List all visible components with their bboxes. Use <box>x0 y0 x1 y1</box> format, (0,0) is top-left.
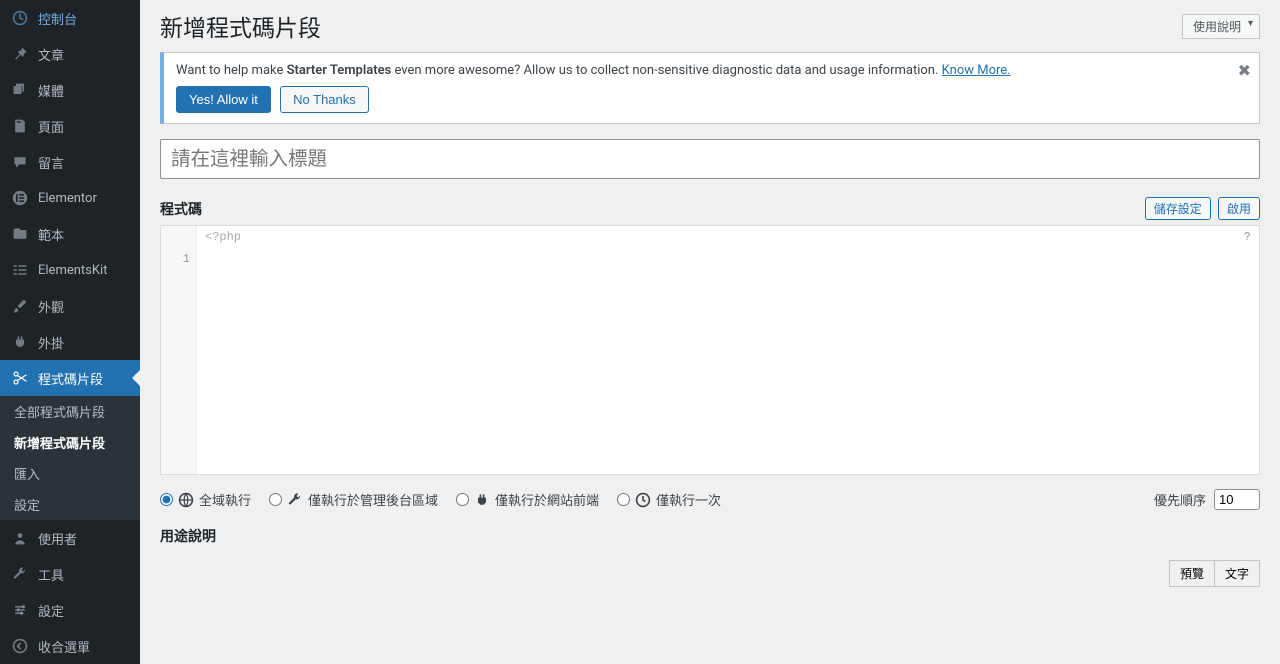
sidebar-item-plugins[interactable]: 外掛 <box>0 324 140 360</box>
sidebar-item-media[interactable]: 媒體 <box>0 72 140 108</box>
sidebar-item-appearance[interactable]: 外觀 <box>0 288 140 324</box>
sidebar-item-label: 留言 <box>38 153 64 172</box>
scope-frontend[interactable]: 僅執行於網站前端 <box>456 490 599 509</box>
scope-label: 僅執行於網站前端 <box>495 490 599 509</box>
sidebar-item-label: 文章 <box>38 45 64 64</box>
scope-label: 全域執行 <box>199 490 251 509</box>
sidebar-item-label: 收合選單 <box>38 637 90 656</box>
sidebar-submenu: 全部程式碼片段 新增程式碼片段 匯入 設定 <box>0 396 140 520</box>
scope-admin-radio[interactable] <box>269 493 282 506</box>
save-settings-button[interactable]: 儲存設定 <box>1145 197 1211 220</box>
user-icon <box>10 528 30 548</box>
submenu-item-add-new[interactable]: 新增程式碼片段 <box>0 427 140 458</box>
scope-once-radio[interactable] <box>617 493 630 506</box>
sidebar-item-label: 外觀 <box>38 297 64 316</box>
scissors-icon <box>10 368 30 388</box>
sidebar-item-users[interactable]: 使用者 <box>0 520 140 556</box>
snippet-title-input[interactable] <box>160 139 1260 179</box>
elementor-icon <box>10 188 30 208</box>
code-help-icon[interactable]: ? <box>1244 230 1251 244</box>
scope-label: 僅執行於管理後台區域 <box>308 490 438 509</box>
sidebar-item-label: 頁面 <box>38 117 64 136</box>
close-icon: ✖ <box>1238 63 1251 80</box>
sidebar-item-label: 控制台 <box>38 9 77 28</box>
sidebar-item-tools[interactable]: 工具 <box>0 556 140 592</box>
plug-icon <box>474 492 490 508</box>
sidebar-item-pages[interactable]: 頁面 <box>0 108 140 144</box>
screen-help-button[interactable]: 使用說明 <box>1182 14 1260 39</box>
description-label: 用途說明 <box>160 526 216 546</box>
scope-row: 全域執行 僅執行於管理後台區域 僅執行於網站前端 僅執行一次 優先順序 <box>160 475 1260 516</box>
sidebar-item-label: 範本 <box>38 225 64 244</box>
globe-icon <box>178 492 194 508</box>
dismiss-notice-button[interactable]: ✖ <box>1238 61 1251 81</box>
sidebar-item-label: 外掛 <box>38 333 64 352</box>
submenu-item-all[interactable]: 全部程式碼片段 <box>0 396 140 427</box>
sidebar-item-label: 設定 <box>38 601 64 620</box>
line-number: 1 <box>161 252 190 266</box>
pin-icon <box>10 44 30 64</box>
know-more-link[interactable]: Know More. <box>942 63 1011 78</box>
plugin-icon <box>10 332 30 352</box>
page-icon <box>10 116 30 136</box>
code-section-label: 程式碼 <box>160 199 202 219</box>
sidebar-item-elementor[interactable]: Elementor <box>0 180 140 216</box>
page-title: 新增程式碼片段 <box>160 9 321 43</box>
folder-icon <box>10 224 30 244</box>
sidebar-item-label: 工具 <box>38 565 64 584</box>
editor-tabs: 預覽 文字 <box>160 560 1260 587</box>
no-thanks-button[interactable]: No Thanks <box>280 86 369 113</box>
brush-icon <box>10 296 30 316</box>
activate-button[interactable]: 啟用 <box>1218 197 1260 220</box>
scope-once[interactable]: 僅執行一次 <box>617 490 721 509</box>
tab-visual[interactable]: 預覽 <box>1169 560 1215 587</box>
sidebar-item-templates[interactable]: 範本 <box>0 216 140 252</box>
sidebar-item-label: Elementor <box>38 191 97 206</box>
scope-label: 僅執行一次 <box>656 490 721 509</box>
wrench-icon <box>10 564 30 584</box>
dashboard-icon <box>10 8 30 28</box>
sidebar-item-collapse[interactable]: 收合選單 <box>0 628 140 664</box>
priority-input[interactable] <box>1214 489 1260 510</box>
settings-icon <box>10 600 30 620</box>
notice-text: Want to help make Starter Templates even… <box>176 63 1247 78</box>
sidebar-item-label: ElementsKit <box>38 263 107 278</box>
main-content: 新增程式碼片段 使用說明 Want to help make Starter T… <box>140 0 1280 664</box>
sidebar-item-posts[interactable]: 文章 <box>0 36 140 72</box>
admin-sidebar: 控制台 文章 媒體 頁面 留言 Elementor 範本 ElementsKi <box>0 0 140 664</box>
sidebar-item-label: 使用者 <box>38 529 77 548</box>
scope-admin[interactable]: 僅執行於管理後台區域 <box>269 490 438 509</box>
comment-icon <box>10 152 30 172</box>
code-gutter: 1 <box>161 226 197 474</box>
php-open-tag: <?php <box>205 230 241 244</box>
code-textarea[interactable]: <?php ? <box>197 226 1259 474</box>
code-editor[interactable]: 1 <?php ? <box>160 225 1260 475</box>
clock-icon <box>635 492 651 508</box>
submenu-item-import[interactable]: 匯入 <box>0 458 140 489</box>
priority-label: 優先順序 <box>1154 490 1206 509</box>
scope-global[interactable]: 全域執行 <box>160 490 251 509</box>
submenu-item-settings[interactable]: 設定 <box>0 489 140 520</box>
starter-templates-notice: Want to help make Starter Templates even… <box>160 52 1260 124</box>
media-icon <box>10 80 30 100</box>
elementskit-icon <box>10 260 30 280</box>
sidebar-item-comments[interactable]: 留言 <box>0 144 140 180</box>
wrench-icon <box>287 492 303 508</box>
scope-frontend-radio[interactable] <box>456 493 469 506</box>
sidebar-item-label: 程式碼片段 <box>38 369 103 388</box>
sidebar-item-elementskit[interactable]: ElementsKit <box>0 252 140 288</box>
tab-text[interactable]: 文字 <box>1214 560 1260 587</box>
sidebar-item-settings[interactable]: 設定 <box>0 592 140 628</box>
sidebar-item-label: 媒體 <box>38 81 64 100</box>
scope-global-radio[interactable] <box>160 493 173 506</box>
sidebar-item-code-snippets[interactable]: 程式碼片段 <box>0 360 140 396</box>
sidebar-item-dashboard[interactable]: 控制台 <box>0 0 140 36</box>
collapse-icon <box>10 636 30 656</box>
allow-button[interactable]: Yes! Allow it <box>176 86 271 113</box>
